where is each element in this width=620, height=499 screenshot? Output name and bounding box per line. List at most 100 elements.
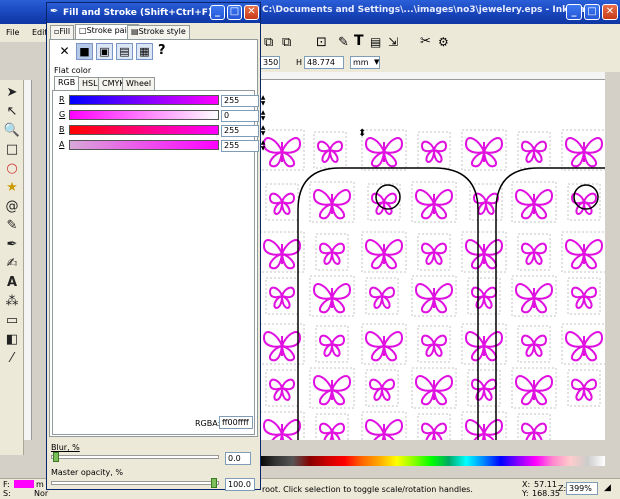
- cut-icon[interactable]: ✂: [420, 34, 431, 49]
- selector-tool-icon[interactable]: ➤: [3, 84, 21, 102]
- rect-tool-icon[interactable]: □: [3, 141, 21, 159]
- rgb-panel: R 255 ▲ ▼ G 0 ▲ ▼ B 255 ▲ ▼ A 255 ▲ ▼ RG…: [52, 90, 265, 435]
- tab-stroke-style-icon: ▤: [131, 27, 139, 36]
- drawing-canvas[interactable]: ⬍: [258, 80, 605, 440]
- calligraphy-tool-icon[interactable]: ✍: [3, 255, 21, 273]
- tab-wheel[interactable]: Wheel: [122, 77, 156, 91]
- pattern-button[interactable]: ▦: [136, 43, 153, 60]
- b-slider[interactable]: [69, 125, 219, 135]
- star-tool-icon[interactable]: ★: [3, 179, 21, 197]
- a-spin[interactable]: ▲ ▼: [259, 140, 267, 152]
- xml-editor-icon[interactable]: ▤: [370, 35, 381, 49]
- blur-slider[interactable]: [51, 455, 219, 459]
- text-tool-icon[interactable]: T: [354, 33, 364, 49]
- zoom-label: Z:: [558, 484, 567, 493]
- pencil-tool-icon[interactable]: ✎: [3, 217, 21, 235]
- b-spin[interactable]: ▲ ▼: [259, 125, 267, 137]
- unset-paint-icon[interactable]: ?: [158, 43, 166, 58]
- linear-gradient-button[interactable]: ▣: [96, 43, 113, 60]
- paste-icon[interactable]: ⧉: [282, 35, 291, 50]
- rotate-handle-icon[interactable]: ⬍: [358, 128, 366, 139]
- opacity-label: Master opacity, %: [51, 468, 123, 477]
- r-spin[interactable]: ▲ ▼: [259, 95, 267, 107]
- r-slider[interactable]: [69, 95, 219, 105]
- vertical-ruler: [24, 80, 32, 440]
- tab-panel: ✕ ■ ▣ ▤ ▦ ? Flat color RGB HSL CMYK Whee…: [49, 39, 265, 437]
- fill-value: m: [36, 480, 44, 489]
- g-label: G: [59, 110, 66, 119]
- inkscape-icon: ✒: [50, 6, 59, 17]
- close-button[interactable]: ✕: [602, 4, 618, 20]
- b-label: B: [59, 125, 65, 134]
- h-field[interactable]: 48.774: [304, 56, 344, 69]
- dialog-titlebar[interactable]: ✒ Fill and Stroke (Shift+Ctrl+F) _ □ ✕: [47, 3, 260, 23]
- rgba-field[interactable]: ff00ffff: [219, 416, 253, 429]
- dialog-maximize-button[interactable]: □: [227, 5, 242, 20]
- radial-gradient-button[interactable]: ▤: [116, 43, 133, 60]
- ellipse-tool-icon[interactable]: ○: [3, 160, 21, 178]
- zoom-field[interactable]: 399%: [566, 482, 598, 495]
- dialog-minimize-button[interactable]: _: [210, 5, 225, 20]
- dialog-title: Fill and Stroke (Shift+Ctrl+F): [63, 8, 213, 18]
- opacity-slider[interactable]: [51, 481, 219, 485]
- zoom-selection-icon[interactable]: ⊡: [316, 35, 327, 50]
- maximize-button[interactable]: □: [584, 4, 600, 20]
- color-palette[interactable]: [258, 456, 605, 466]
- r-label: R: [59, 95, 65, 104]
- flat-color-button[interactable]: ■: [76, 43, 93, 60]
- stroke-indicator-label: S:: [3, 489, 11, 498]
- tab-rgb[interactable]: RGB: [54, 76, 80, 91]
- eraser-tool-icon[interactable]: ▭: [3, 312, 21, 330]
- a-value[interactable]: 255: [221, 140, 259, 152]
- text-tool-icon[interactable]: A: [3, 274, 21, 292]
- gradient-tool-icon[interactable]: ◧: [3, 331, 21, 349]
- a-slider[interactable]: [69, 140, 219, 150]
- blur-label: Blur, %: [51, 443, 80, 452]
- y-coord-label: Y:: [522, 489, 529, 498]
- a-label: A: [59, 140, 65, 149]
- spray-tool-icon[interactable]: ⁂: [3, 293, 21, 311]
- zoom-tool-icon[interactable]: 🔍: [3, 122, 21, 140]
- canvas-artwork[interactable]: ⬍: [258, 80, 605, 440]
- menu-file[interactable]: File: [6, 28, 19, 37]
- chevron-down-icon[interactable]: ▼: [374, 58, 379, 66]
- h-label: H: [296, 58, 303, 67]
- toolbox: ➤ ↖ 🔍 □ ○ ★ @ ✎ ✒ ✍ A ⁂ ▭ ◧ ⁄: [0, 80, 24, 455]
- commands-toolbar: ⧉ ⧉ ⊡ ✎ T ▤ ⇲ ✂ ⚙: [258, 30, 620, 56]
- main-window-title: C:\Documents and Settings\...\images\no3…: [262, 5, 598, 15]
- spiral-tool-icon[interactable]: @: [3, 198, 21, 216]
- horizontal-ruler: [258, 72, 605, 80]
- dropper-tool-icon[interactable]: ⁄: [3, 350, 21, 368]
- r-value[interactable]: 255: [221, 95, 259, 107]
- blur-slider-handle[interactable]: [53, 452, 59, 462]
- pen-tool-icon[interactable]: ✒: [3, 236, 21, 254]
- dialog-close-button[interactable]: ✕: [244, 5, 259, 20]
- node-editor-icon[interactable]: ✎: [338, 35, 349, 50]
- status-message: root. Click selection to toggle scale/ro…: [262, 485, 473, 494]
- b-value[interactable]: 255: [221, 125, 259, 137]
- copy-icon[interactable]: ⧉: [264, 35, 273, 50]
- blur-field[interactable]: 0.0: [225, 452, 251, 465]
- node-tool-icon[interactable]: ↖: [3, 103, 21, 121]
- fill-stroke-dialog: ✒ Fill and Stroke (Shift+Ctrl+F) _ □ ✕ ▫…: [46, 2, 265, 491]
- g-value[interactable]: 0: [221, 110, 259, 122]
- resize-grip-icon[interactable]: ◢: [604, 483, 611, 493]
- x-field[interactable]: 350: [260, 56, 280, 69]
- g-slider[interactable]: [69, 110, 219, 120]
- tab-fill[interactable]: ▫Fill: [50, 25, 75, 39]
- opacity-slider-handle[interactable]: [211, 478, 217, 488]
- tool-controls-bar: 350 H 48.774 mm ▼: [258, 54, 620, 72]
- opacity-field[interactable]: 100.0: [225, 478, 255, 491]
- g-spin[interactable]: ▲ ▼: [259, 110, 267, 122]
- fill-indicator-label: F:: [3, 480, 10, 489]
- mode-label: Flat color: [54, 66, 92, 75]
- tab-stroke-style[interactable]: ▤Stroke style: [127, 25, 190, 39]
- fill-swatch[interactable]: [14, 480, 34, 488]
- x-coord: 57.11: [534, 480, 557, 489]
- export-icon[interactable]: ⇲: [388, 35, 398, 49]
- rgba-label: RGBA:: [195, 419, 221, 428]
- tab-stroke-paint-icon: □: [79, 26, 87, 35]
- preferences-icon[interactable]: ⚙: [438, 35, 449, 49]
- no-paint-icon[interactable]: ✕: [56, 44, 73, 58]
- minimize-button[interactable]: _: [566, 4, 582, 20]
